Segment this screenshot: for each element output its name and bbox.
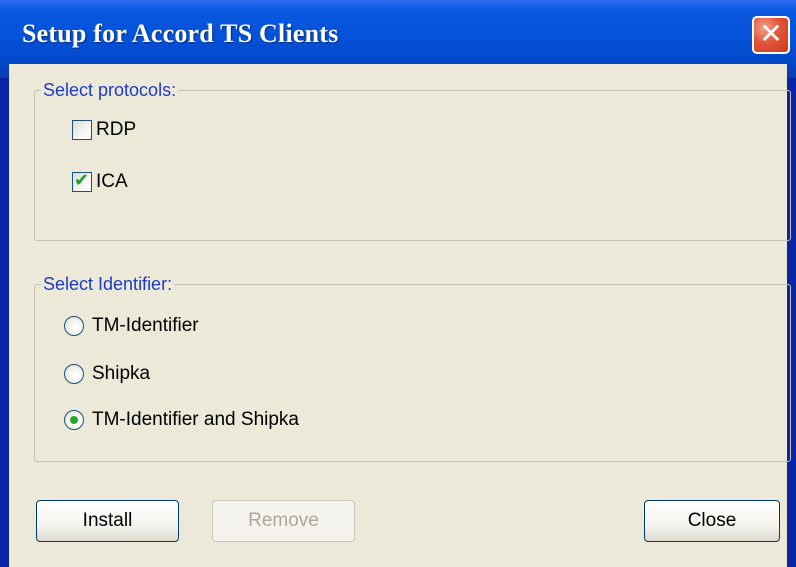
ica-label: ICA xyxy=(96,171,128,192)
identifier-both-option[interactable]: TM-Identifier and Shipka xyxy=(64,409,299,431)
tm-identifier-label: TM-Identifier xyxy=(92,315,199,336)
identifier-group-label: Select Identifier: xyxy=(41,273,175,295)
close-window-button[interactable]: ✕ xyxy=(752,16,790,54)
protocol-ica-option[interactable]: ✔ ICA xyxy=(72,170,128,193)
tm-identifier-and-shipka-radio[interactable] xyxy=(64,410,84,430)
shipka-label: Shipka xyxy=(92,363,151,384)
radio-selected-dot-icon xyxy=(70,416,78,424)
close-icon: ✕ xyxy=(759,17,783,50)
rdp-label: RDP xyxy=(96,119,137,140)
tm-identifier-radio[interactable] xyxy=(64,316,84,336)
checkmark-icon: ✔ xyxy=(74,170,90,191)
protocols-group: Select protocols: RDP ✔ ICA xyxy=(34,79,791,241)
remove-button[interactable]: Remove xyxy=(212,500,355,542)
install-button[interactable]: Install xyxy=(36,500,179,542)
identifier-shipka-option[interactable]: Shipka xyxy=(64,363,150,385)
shipka-radio[interactable] xyxy=(64,364,84,384)
window-title: Setup for Accord TS Clients xyxy=(22,19,339,48)
ica-checkbox[interactable]: ✔ xyxy=(72,170,92,192)
close-button[interactable]: Close xyxy=(644,500,780,542)
identifier-group: Select Identifier: TM-Identifier Shipka … xyxy=(34,273,791,462)
rdp-checkbox[interactable] xyxy=(72,120,92,140)
protocols-group-label: Select protocols: xyxy=(41,79,179,101)
identifier-tm-option[interactable]: TM-Identifier xyxy=(64,315,199,337)
setup-dialog-window: Setup for Accord TS Clients ✕ Select pro… xyxy=(0,0,796,567)
dialog-client-area: Select protocols: RDP ✔ ICA Select Ident… xyxy=(9,64,791,567)
protocol-rdp-option[interactable]: RDP xyxy=(72,119,136,141)
tm-identifier-and-shipka-label: TM-Identifier and Shipka xyxy=(92,409,299,430)
